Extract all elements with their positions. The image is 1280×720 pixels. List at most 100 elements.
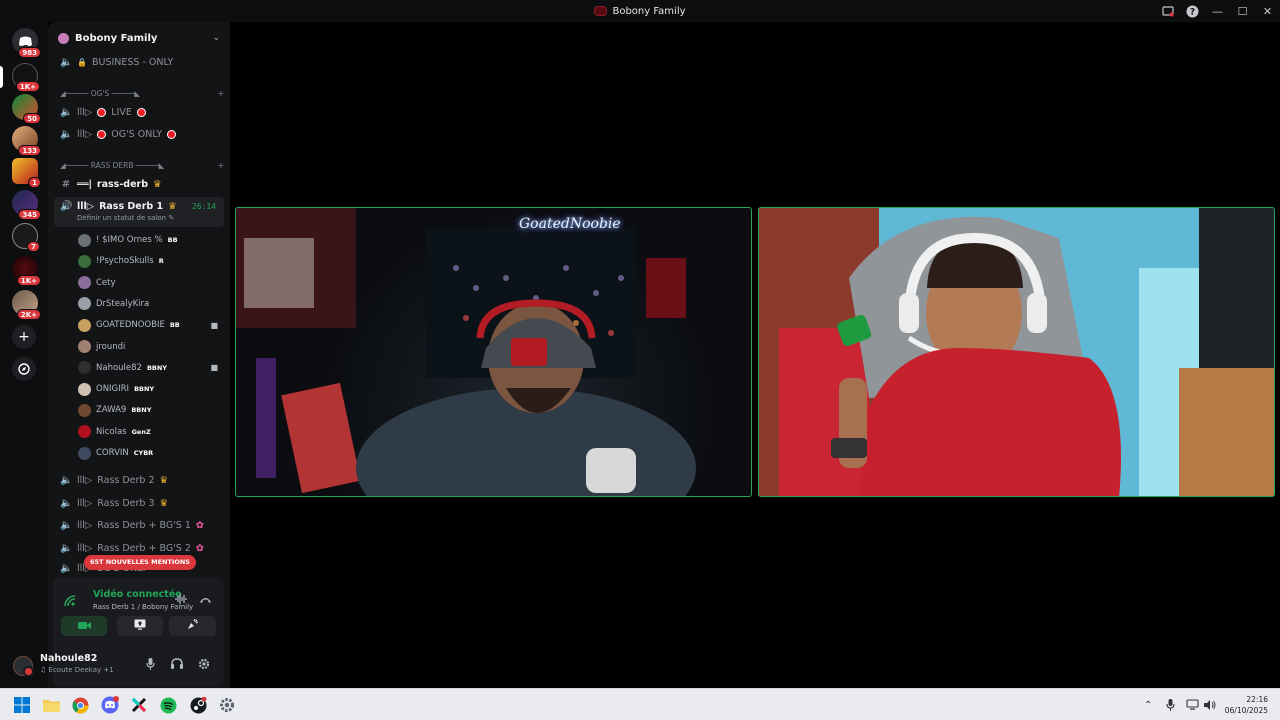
voice-member[interactable]: ONIGIRI BBNY [78, 380, 224, 398]
window-controls: ? — ☐ ✕ [1155, 0, 1280, 22]
server-icon-2[interactable]: 50 [12, 94, 41, 124]
settings-gear-icon[interactable] [198, 658, 210, 673]
tray-microphone-icon[interactable] [1166, 689, 1175, 720]
voice-member[interactable]: Nahoule82 BBNY ■ [78, 359, 224, 377]
tray-overflow-icon[interactable]: ⌃ [1144, 689, 1152, 720]
member-avatar[interactable] [78, 318, 91, 332]
inbox-icon[interactable] [1155, 0, 1180, 22]
member-avatar[interactable] [78, 361, 91, 375]
channel-bg-1[interactable]: 🔈 lll▷ Rass Derb + BG'S 1 ✿ [54, 515, 224, 535]
chrome-icon[interactable] [70, 695, 90, 715]
direct-messages-icon[interactable]: 983 [12, 28, 41, 58]
channel-status-text: Définir un statut de salon [77, 214, 167, 222]
member-server-tag[interactable]: BB [170, 321, 180, 329]
server-icon-3[interactable]: 133 [12, 126, 41, 156]
noise-suppression-icon[interactable] [175, 594, 187, 607]
signal-icon[interactable] [64, 595, 76, 610]
help-icon[interactable]: ? [1180, 0, 1205, 22]
server-icon-5[interactable]: 345 [12, 190, 41, 220]
member-avatar[interactable] [78, 297, 91, 311]
steam-icon[interactable] [188, 695, 208, 715]
member-server-tag[interactable]: BBNY [134, 385, 154, 393]
file-explorer-icon[interactable] [41, 695, 61, 715]
member-avatar[interactable] [78, 340, 91, 353]
member-avatar[interactable] [78, 233, 91, 247]
channel-rass-derb-1[interactable]: 🔊 lll▷ Rass Derb 1 ♛ 26:14 [54, 197, 224, 227]
member-avatar[interactable] [78, 276, 91, 290]
crown-icon: ♛ [168, 201, 177, 212]
member-avatar[interactable] [78, 254, 91, 268]
discover-icon[interactable] [12, 357, 36, 381]
capcut-icon[interactable] [129, 695, 149, 715]
member-server-tag[interactable]: BBNY [147, 364, 167, 372]
voice-member[interactable]: Nicolas GenZ [78, 423, 224, 441]
server-icon-1[interactable]: 1K+ [12, 63, 40, 92]
member-server-tag[interactable]: GenZ [132, 428, 151, 436]
member-avatar[interactable] [78, 382, 91, 396]
disconnect-icon[interactable] [199, 594, 212, 607]
member-avatar[interactable] [78, 425, 91, 439]
settings-taskbar-icon[interactable] [217, 695, 237, 715]
spotify-icon[interactable] [158, 695, 178, 715]
server-icon-4[interactable]: 1 [12, 158, 41, 188]
voice-member[interactable]: ZAWA9 BBNY [78, 401, 224, 419]
channel-rass-derb-text[interactable]: # ══| rass-derb ♛ [54, 174, 224, 194]
category-og[interactable]: ◢───── OG'S ─────◣ + [60, 86, 224, 100]
channel-rass-derb-2[interactable]: 🔈 lll▷ Rass Derb 2 ♛ [54, 470, 224, 490]
video-on-icon: ■ [210, 363, 218, 373]
channel-business[interactable]: 🔈 🔒 BUSINESS - ONLY [54, 52, 224, 72]
member-avatar[interactable] [78, 446, 91, 460]
user-avatar[interactable] [13, 656, 34, 677]
screen-share-button[interactable] [117, 616, 163, 636]
server-badge: 133 [18, 145, 41, 156]
add-channel-icon[interactable]: + [218, 161, 224, 170]
lock-icon: 🔒 [77, 57, 87, 67]
red-circle-icon [97, 129, 107, 139]
system-clock[interactable]: 22:16 06/10/2025 [1225, 694, 1268, 716]
voice-member[interactable]: Cety [78, 274, 224, 292]
server-icon-6[interactable]: 7 [12, 223, 40, 252]
headphones-icon[interactable] [171, 658, 183, 672]
server-icon-bobony[interactable]: 1K+ [12, 256, 41, 286]
microphone-icon[interactable] [146, 658, 155, 673]
member-name: jroundi [96, 341, 126, 352]
member-avatar[interactable] [78, 403, 91, 417]
member-server-tag[interactable]: BBNY [131, 406, 151, 414]
title-bar: Bobony Family ? — ☐ ✕ [0, 0, 1280, 22]
voice-status[interactable]: Vidéo connectée [93, 589, 182, 600]
member-server-tag[interactable]: BB [168, 236, 178, 244]
category-rass-derb[interactable]: ◢───── RASS DERB ─────◣ + [60, 158, 224, 172]
guild-header[interactable]: Bobony Family ⌄ [48, 22, 230, 54]
add-channel-icon[interactable]: + [218, 89, 224, 98]
voice-member[interactable]: CORVIN CYBR [78, 444, 224, 462]
channel-prefix: lll▷ [77, 519, 93, 531]
close-button[interactable]: ✕ [1255, 0, 1280, 22]
minimize-button[interactable]: — [1205, 0, 1230, 22]
user-name[interactable]: Nahoule82 [40, 653, 97, 664]
tray-network-icon[interactable] [1186, 689, 1199, 720]
voice-member[interactable]: ! $IMO Ornes % BB [78, 231, 224, 249]
channel-live[interactable]: 🔈 lll▷ LIVE [54, 102, 224, 122]
camera-button[interactable] [61, 616, 107, 636]
video-tile-participant[interactable] [758, 207, 1275, 497]
maximize-button[interactable]: ☐ [1230, 0, 1255, 22]
channel-og-only[interactable]: 🔈 lll▷ OG'S ONLY [54, 124, 224, 144]
discord-taskbar-icon[interactable] [100, 695, 120, 715]
add-server-icon[interactable]: + [12, 325, 36, 349]
video-tile-goatednoobie[interactable]: GoatedNoobie [235, 207, 752, 497]
voice-member[interactable]: !PsychoSkulls R [78, 252, 224, 270]
server-folder[interactable]: 2K+ [12, 290, 41, 320]
tray-volume-icon[interactable] [1203, 689, 1216, 720]
new-mentions-badge[interactable]: 65T NOUVELLES MENTIONS [84, 555, 196, 570]
server-badge: 2K+ [16, 309, 41, 320]
voice-member[interactable]: DrStealyKira [78, 295, 224, 313]
member-server-tag[interactable]: CYBR [134, 449, 153, 457]
soundboard-button[interactable] [169, 616, 215, 636]
channel-status[interactable]: Définir un statut de salon ✎ [77, 214, 174, 222]
voice-member[interactable]: GOATEDNOOBIE BB ■ [78, 316, 224, 334]
windows-start-icon[interactable] [12, 695, 32, 715]
chevron-down-icon[interactable]: ⌄ [212, 33, 220, 43]
member-server-tag[interactable]: R [159, 257, 164, 265]
voice-member[interactable]: jroundi [78, 338, 224, 356]
channel-rass-derb-3[interactable]: 🔈 lll▷ Rass Derb 3 ♛ [54, 493, 224, 513]
